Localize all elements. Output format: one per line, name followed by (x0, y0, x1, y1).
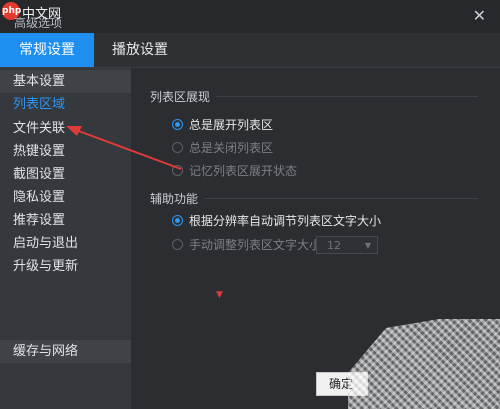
sidebar-item-file-association[interactable]: 文件关联 (0, 117, 131, 140)
sidebar-item-hotkeys[interactable]: 热键设置 (0, 140, 131, 163)
sidebar-item-basic[interactable]: 基本设置 (0, 70, 131, 93)
option-label: 手动调整列表区文字大小 (189, 238, 322, 252)
option-label: 总是展开列表区 (189, 118, 274, 132)
sidebar-item-cache-network[interactable]: 缓存与网络 (0, 340, 131, 363)
radio-manual-font-size[interactable]: 手动调整列表区文字大小 (172, 237, 321, 253)
group-title-list-display: 列表区展现 (150, 90, 211, 104)
tab-playback-settings[interactable]: 播放设置 (100, 33, 180, 67)
chevron-down-icon: ▼ (364, 241, 371, 250)
close-icon[interactable]: ✕ (473, 6, 486, 25)
group-divider (204, 198, 478, 199)
sidebar-item-screenshot[interactable]: 截图设置 (0, 163, 131, 186)
radio-checked-icon (172, 119, 183, 130)
radio-always-expand[interactable]: 总是展开列表区 (172, 117, 273, 133)
option-label: 根据分辨率自动调节列表区文字大小 (189, 214, 382, 228)
font-size-select[interactable]: 12 ▼ (316, 236, 378, 254)
option-label: 总是关闭列表区 (189, 141, 274, 155)
radio-unchecked-icon (172, 165, 183, 176)
sidebar-item-recommend[interactable]: 推荐设置 (0, 209, 131, 232)
sidebar-item-list-area[interactable]: 列表区域 (0, 93, 131, 116)
sidebar-item-upgrade[interactable]: 升级与更新 (0, 255, 131, 278)
radio-remember-state[interactable]: 记忆列表区展开状态 (172, 163, 297, 179)
radio-unchecked-icon (172, 239, 183, 250)
option-label: 记忆列表区展开状态 (189, 164, 298, 178)
red-triangle-marker-icon: ▼ (216, 290, 223, 300)
tab-general-settings[interactable]: 常规设置 (0, 33, 94, 67)
group-title-assist: 辅助功能 (150, 192, 199, 206)
group-divider (216, 96, 478, 97)
window-title: 高级选项 (14, 16, 63, 30)
title-bar: php 中文网 高级选项 ✕ (0, 0, 500, 33)
sidebar-item-startup-exit[interactable]: 启动与退出 (0, 232, 131, 255)
sidebar: 基本设置 列表区域 文件关联 热键设置 截图设置 隐私设置 推荐设置 启动与退出… (0, 68, 131, 409)
radio-always-collapse[interactable]: 总是关闭列表区 (172, 140, 273, 156)
tab-bar: 常规设置 播放设置 (0, 33, 500, 68)
radio-auto-font-size[interactable]: 根据分辨率自动调节列表区文字大小 (172, 213, 381, 229)
sidebar-item-privacy[interactable]: 隐私设置 (0, 186, 131, 209)
radio-unchecked-icon (172, 142, 183, 153)
radio-checked-icon (172, 215, 183, 226)
font-size-value: 12 (327, 239, 341, 252)
